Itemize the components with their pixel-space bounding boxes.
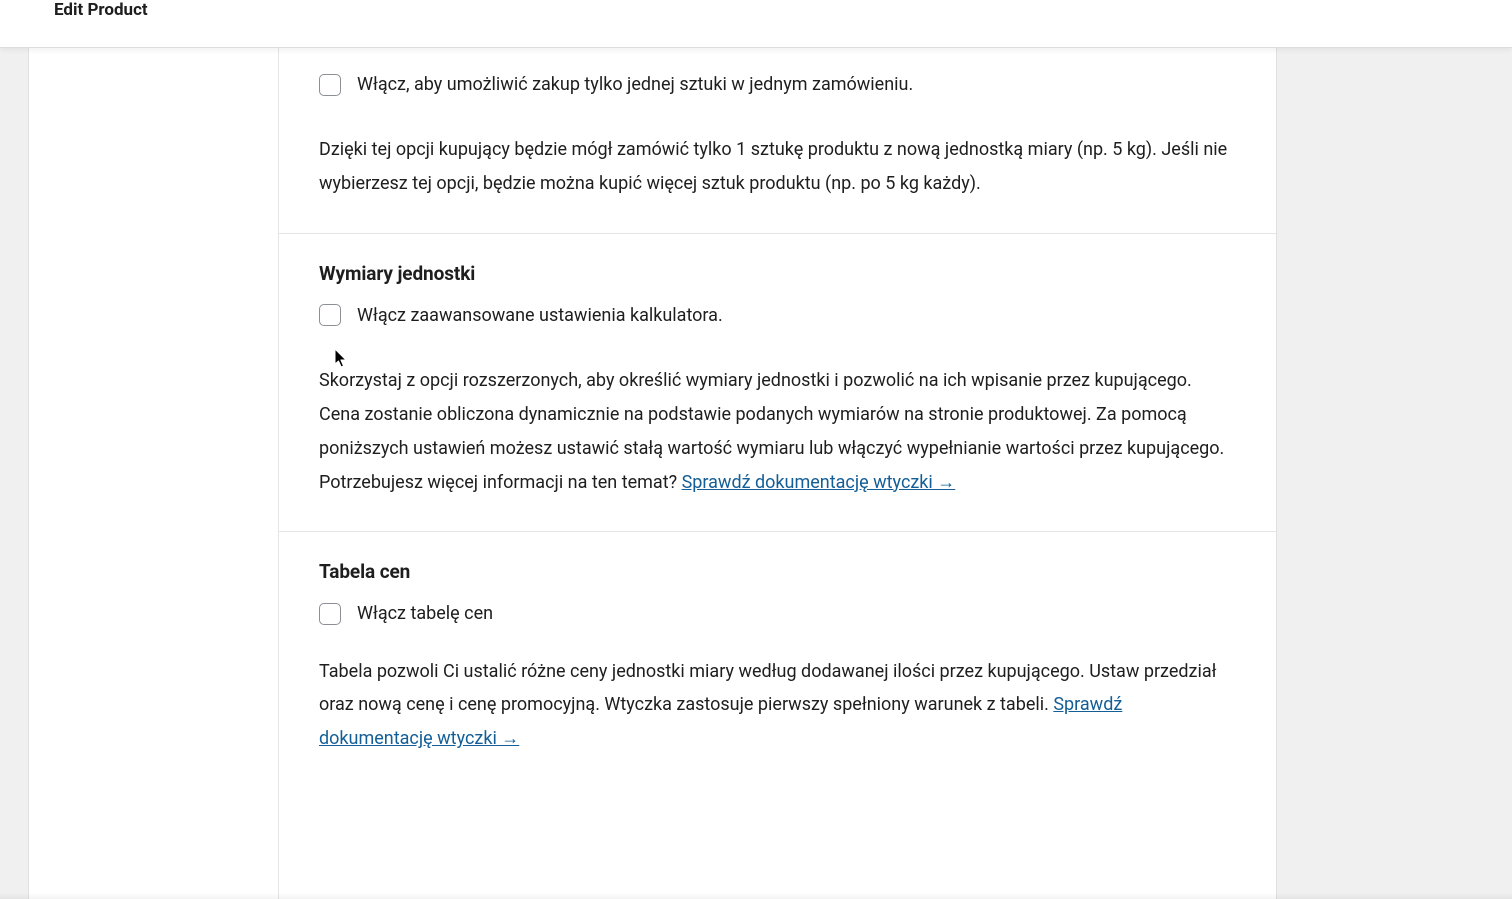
single-quantity-description: Dzięki tej opcji kupujący będzie mógł za… <box>319 133 1236 201</box>
price-table-checkbox-label[interactable]: Włącz tabelę cen <box>357 601 493 626</box>
bottom-shadow <box>0 893 1512 899</box>
single-quantity-section: Włącz, aby umożliwić zakup tylko jednej … <box>279 48 1276 233</box>
single-quantity-checkbox[interactable] <box>319 74 341 96</box>
single-quantity-checkbox-label[interactable]: Włącz, aby umożliwić zakup tylko jednej … <box>357 72 913 97</box>
price-table-checkbox[interactable] <box>319 603 341 625</box>
settings-content-column: Włącz, aby umożliwić zakup tylko jednej … <box>278 48 1276 899</box>
single-quantity-checkbox-row: Włącz, aby umożliwić zakup tylko jednej … <box>319 72 1236 97</box>
price-table-checkbox-row: Włącz tabelę cen <box>319 601 1236 626</box>
price-table-section: Tabela cen Włącz tabelę cen Tabela pozwo… <box>279 531 1276 788</box>
unit-dimensions-checkbox-label[interactable]: Włącz zaawansowane ustawienia kalkulator… <box>357 303 723 328</box>
unit-dimensions-description: Skorzystaj z opcji rozszerzonych, aby ok… <box>319 364 1236 499</box>
page-body: Włącz, aby umożliwić zakup tylko jednej … <box>0 48 1512 899</box>
page-title: Edit Product <box>0 0 148 20</box>
unit-dimensions-checkbox-row: Włącz zaawansowane ustawienia kalkulator… <box>319 303 1236 328</box>
top-bar: Edit Product <box>0 0 1512 48</box>
unit-dimensions-heading: Wymiary jednostki <box>319 262 1236 285</box>
unit-dimensions-section: Wymiary jednostki Włącz zaawansowane ust… <box>279 233 1276 532</box>
unit-dimensions-doc-link[interactable]: Sprawdź dokumentację wtyczki → <box>682 472 956 493</box>
product-meta-panel: Włącz, aby umożliwić zakup tylko jednej … <box>28 48 1277 899</box>
price-table-heading: Tabela cen <box>319 560 1236 583</box>
unit-dimensions-checkbox[interactable] <box>319 304 341 326</box>
price-table-description: Tabela pozwoli Ci ustalić różne ceny jed… <box>319 655 1236 756</box>
